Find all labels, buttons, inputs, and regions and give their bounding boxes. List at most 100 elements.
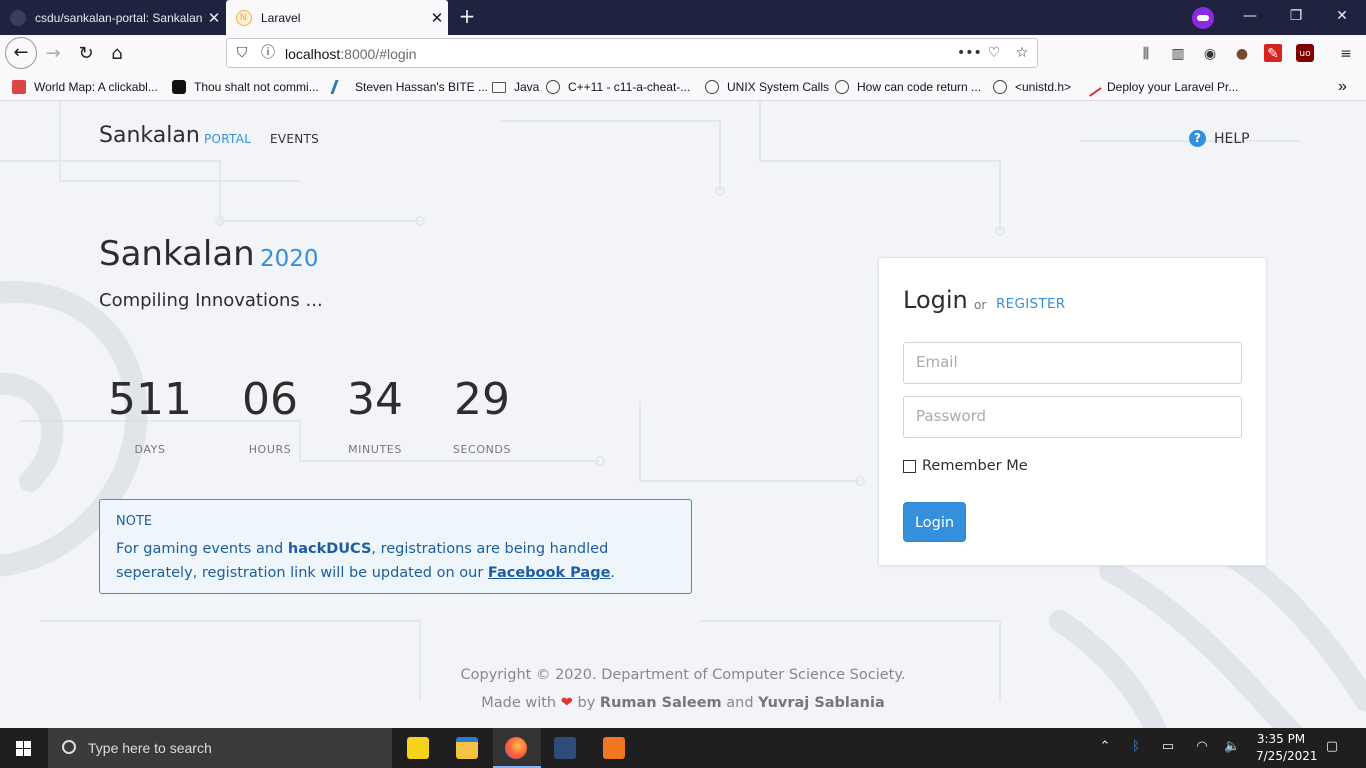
info-icon[interactable]: ⓘ <box>259 44 277 62</box>
bookmark-label: Java <box>514 80 540 94</box>
countdown-label: DAYS <box>134 443 166 456</box>
login-title: Login <box>903 286 968 314</box>
tab-laravel[interactable]: Laravel ✕ <box>226 0 448 35</box>
search-icon <box>62 740 76 754</box>
taskbar-powershell[interactable] <box>542 728 590 768</box>
note-title: NOTE <box>116 514 153 529</box>
restore-button[interactable]: ❐ <box>1273 0 1319 33</box>
bookmark-label: C++11 - c11-a-cheat-... <box>568 80 691 94</box>
globe-icon <box>835 80 849 94</box>
tab-github[interactable]: csdu/sankalan-portal: Sankalan ✕ <box>0 0 225 35</box>
bookmark-item[interactable]: Thou shalt not commi... <box>172 78 319 96</box>
battery-icon[interactable]: ▭ <box>1160 739 1176 755</box>
help-label: HELP <box>1214 130 1250 147</box>
bookmarks-toolbar: World Map: A clickabl... Thou shalt not … <box>0 72 1366 101</box>
note-alert: NOTE For gaming events and hackDUCS, reg… <box>99 499 692 594</box>
bookmarks-overflow-chevron-icon[interactable]: » <box>1338 78 1347 96</box>
pocket-icon[interactable]: ♡ <box>985 44 1003 62</box>
bookmark-item[interactable]: Steven Hassan's BITE ... <box>330 78 489 96</box>
bookmark-folder[interactable]: Java <box>492 78 539 96</box>
pdf-extension-icon[interactable]: ✎ <box>1264 44 1282 62</box>
bookmark-label: Steven Hassan's BITE ... <box>355 80 489 94</box>
tab-title: csdu/sankalan-portal: Sankalan <box>35 10 203 25</box>
bookmark-item[interactable]: <unistd.h> <box>993 78 1071 96</box>
minimize-button[interactable]: — <box>1227 0 1273 33</box>
note-text: . <box>610 565 616 581</box>
taskbar-file-explorer[interactable] <box>444 728 492 768</box>
taskbar-firefox[interactable] <box>493 728 541 768</box>
countdown-seconds: 29 SECONDS <box>427 373 537 456</box>
taskbar-search-box[interactable]: Type here to search <box>48 728 392 768</box>
hero-title: Sankalan <box>99 234 255 274</box>
bookmark-item[interactable]: World Map: A clickabl... <box>12 78 158 96</box>
library-icon[interactable]: ⫼ <box>1136 44 1156 64</box>
email-field[interactable]: Email <box>903 342 1242 384</box>
login-or-text: or <box>974 298 987 312</box>
ublock-icon[interactable]: uo <box>1296 44 1314 62</box>
countdown-value: 06 <box>242 374 298 425</box>
bookmark-item[interactable]: UNIX System Calls <box>705 78 829 96</box>
window-close-button[interactable]: ✕ <box>1319 0 1365 33</box>
author-name: Yuvraj Sablania <box>758 695 885 711</box>
notifications-icon[interactable]: ▢ <box>1324 739 1340 755</box>
note-text: For gaming events and <box>116 541 288 557</box>
chevron-up-icon[interactable]: ⌃ <box>1097 739 1113 755</box>
bookmark-star-icon[interactable]: ☆ <box>1013 44 1031 62</box>
taskbar-xampp[interactable] <box>591 728 639 768</box>
reload-icon[interactable]: ↻ <box>71 39 101 69</box>
nav-events-link[interactable]: EVENTS <box>270 132 319 146</box>
countdown-label: SECONDS <box>452 443 512 456</box>
help-link[interactable]: ? HELP <box>1189 130 1250 147</box>
tab-strip: csdu/sankalan-portal: Sankalan ✕ Laravel… <box>0 0 1366 35</box>
author-name: Ruman Saleem <box>599 695 722 711</box>
page-content: Sankalan PORTAL EVENTS ? HELP Sankalan 2… <box>0 101 1366 728</box>
home-icon[interactable]: ⌂ <box>102 39 132 69</box>
page-actions-icon[interactable]: ••• <box>957 44 982 62</box>
sidebar-icon[interactable]: ▥ <box>1168 44 1188 64</box>
close-icon[interactable]: ✕ <box>426 9 448 27</box>
taskbar-sticky-notes[interactable] <box>395 728 443 768</box>
bookmark-item[interactable]: C++11 - c11-a-cheat-... <box>546 78 690 96</box>
bookmark-label: <unistd.h> <box>1015 80 1072 94</box>
heart-icon: ❤ <box>560 695 573 711</box>
remember-me[interactable]: Remember Me <box>903 458 1028 474</box>
footer-text: Made with <box>481 695 557 711</box>
account-icon[interactable]: ◉ <box>1200 44 1220 64</box>
squiggle-icon <box>330 80 350 94</box>
bookmark-item[interactable]: How can code return ... <box>835 78 981 96</box>
brand-portal-label[interactable]: PORTAL <box>204 132 251 146</box>
register-link[interactable]: REGISTER <box>996 296 1065 312</box>
countdown-label: HOURS <box>248 443 292 456</box>
folder-icon <box>492 81 506 93</box>
bookmark-label: UNIX System Calls <box>727 80 830 94</box>
bluetooth-icon[interactable]: ᛒ <box>1128 739 1144 755</box>
taskbar-clock[interactable]: 3:35 PM 7/25/2021 <box>1256 731 1318 765</box>
close-icon[interactable]: ✕ <box>203 9 225 27</box>
footer-credits: Made with ❤ by Ruman Saleem and Yuvraj S… <box>0 695 1366 711</box>
password-field[interactable]: Password <box>903 396 1242 438</box>
hero-subtitle: Compiling Innovations ... <box>99 290 323 311</box>
countdown-hours: 06 HOURS <box>215 373 325 456</box>
github-favicon-icon <box>10 9 26 26</box>
new-tab-plus-icon[interactable]: + <box>455 4 479 28</box>
folder-icon <box>456 737 478 759</box>
address-bar[interactable]: ⛉ ⓘ localhost:8000/#login ••• ♡ ☆ <box>226 38 1038 68</box>
globe-icon <box>993 80 1007 94</box>
back-arrow-icon[interactable]: ← <box>5 37 37 69</box>
menu-hamburger-icon[interactable]: ≡ <box>1336 44 1356 64</box>
facebook-page-link[interactable]: Facebook Page <box>488 565 611 581</box>
volume-muted-icon[interactable]: 🔈 <box>1224 739 1240 755</box>
shield-icon[interactable]: ⛉ <box>233 44 251 62</box>
cookie-extension-icon[interactable]: ● <box>1232 44 1252 64</box>
url-path: :8000/#login <box>340 46 417 62</box>
sticky-notes-icon <box>407 737 429 759</box>
login-button[interactable]: Login <box>903 502 966 542</box>
bookmark-item[interactable]: Deploy your Laravel Pr... <box>1082 77 1238 97</box>
taskbar-search-placeholder: Type here to search <box>88 740 212 756</box>
url-text[interactable]: localhost:8000/#login <box>285 46 417 62</box>
windows-start-icon[interactable] <box>0 728 48 768</box>
wifi-icon[interactable]: ◠ <box>1194 739 1210 755</box>
forward-arrow-icon[interactable]: → <box>38 39 68 69</box>
site-brand[interactable]: Sankalan <box>99 123 200 148</box>
remember-me-checkbox[interactable] <box>903 459 916 473</box>
